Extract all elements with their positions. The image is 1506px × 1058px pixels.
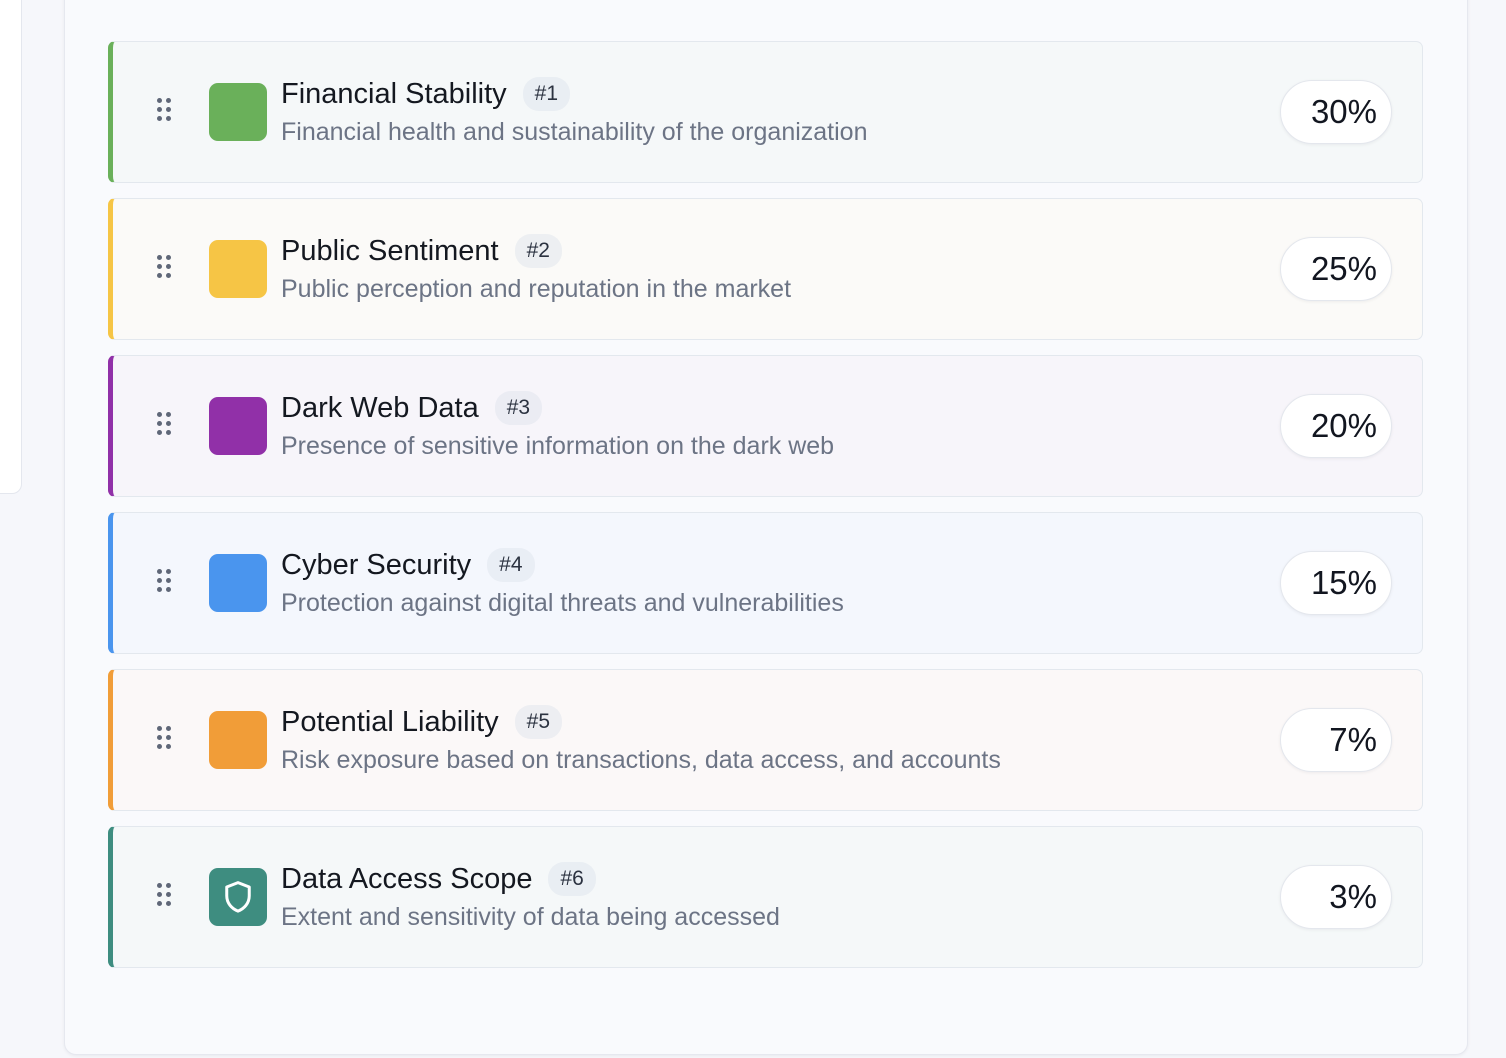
factor-card-potential-liability[interactable]: Potential Liability #5 Risk exposure bas… (108, 669, 1423, 811)
factor-title: Potential Liability (281, 705, 499, 738)
factor-description: Financial health and sustainability of t… (281, 118, 868, 146)
factor-description: Presence of sensitive information on the… (281, 432, 835, 460)
shield-icon (225, 881, 251, 913)
factor-title: Data Access Scope (281, 862, 533, 895)
factor-list: Financial Stability #1 Financial health … (108, 41, 1423, 983)
factor-title: Financial Stability (281, 77, 507, 110)
factor-title: Cyber Security (281, 548, 472, 581)
weight-value[interactable]: 25% (1280, 237, 1392, 301)
rank-badge: #3 (494, 391, 543, 425)
drag-handle-icon[interactable] (157, 255, 175, 285)
drag-handle-icon[interactable] (157, 412, 175, 442)
shield-icon (209, 868, 267, 926)
factor-text: Data Access Scope #6 Extent and sensitiv… (281, 859, 1202, 932)
factor-title: Dark Web Data (281, 391, 479, 424)
rank-badge: #6 (548, 862, 596, 896)
drag-handle-icon[interactable] (157, 569, 175, 599)
weight-value[interactable]: 7% (1280, 708, 1392, 772)
factor-text: Financial Stability #1 Financial health … (281, 74, 1202, 147)
factor-description: Public perception and reputation in the … (281, 275, 792, 303)
color-swatch (209, 554, 267, 612)
color-swatch (209, 240, 267, 298)
rank-badge: #5 (514, 705, 562, 739)
factor-title: Public Sentiment (281, 234, 499, 267)
factor-text: Potential Liability #5 Risk exposure bas… (281, 702, 1202, 775)
factor-card-cyber-security[interactable]: Cyber Security #4 Protection against dig… (108, 512, 1423, 654)
left-panel (0, 0, 22, 494)
weight-value[interactable]: 3% (1280, 865, 1392, 929)
factor-description: Extent and sensitivity of data being acc… (281, 903, 780, 931)
weight-value[interactable]: 30% (1280, 80, 1392, 144)
color-swatch (209, 711, 267, 769)
factor-description: Risk exposure based on transactions, dat… (281, 746, 1001, 774)
drag-handle-icon[interactable] (157, 726, 175, 756)
factor-text: Public Sentiment #2 Public perception an… (281, 231, 1202, 304)
color-swatch (209, 83, 267, 141)
factor-text: Cyber Security #4 Protection against dig… (281, 545, 1202, 618)
drag-handle-icon[interactable] (157, 883, 175, 913)
factor-description: Protection against digital threats and v… (281, 589, 844, 617)
rank-badge: #4 (487, 548, 535, 582)
factor-card-public-sentiment[interactable]: Public Sentiment #2 Public perception an… (108, 198, 1423, 340)
weight-value[interactable]: 20% (1280, 394, 1392, 458)
factor-card-data-access-scope[interactable]: Data Access Scope #6 Extent and sensitiv… (108, 826, 1423, 968)
color-swatch (209, 397, 267, 455)
factor-card-dark-web-data[interactable]: Dark Web Data #3 Presence of sensitive i… (108, 355, 1423, 497)
factor-card-financial-stability[interactable]: Financial Stability #1 Financial health … (108, 41, 1423, 183)
rank-badge: #1 (522, 77, 571, 111)
rank-badge: #2 (514, 234, 562, 268)
weight-value[interactable]: 15% (1280, 551, 1392, 615)
factor-text: Dark Web Data #3 Presence of sensitive i… (281, 388, 1202, 461)
drag-handle-icon[interactable] (157, 98, 175, 128)
